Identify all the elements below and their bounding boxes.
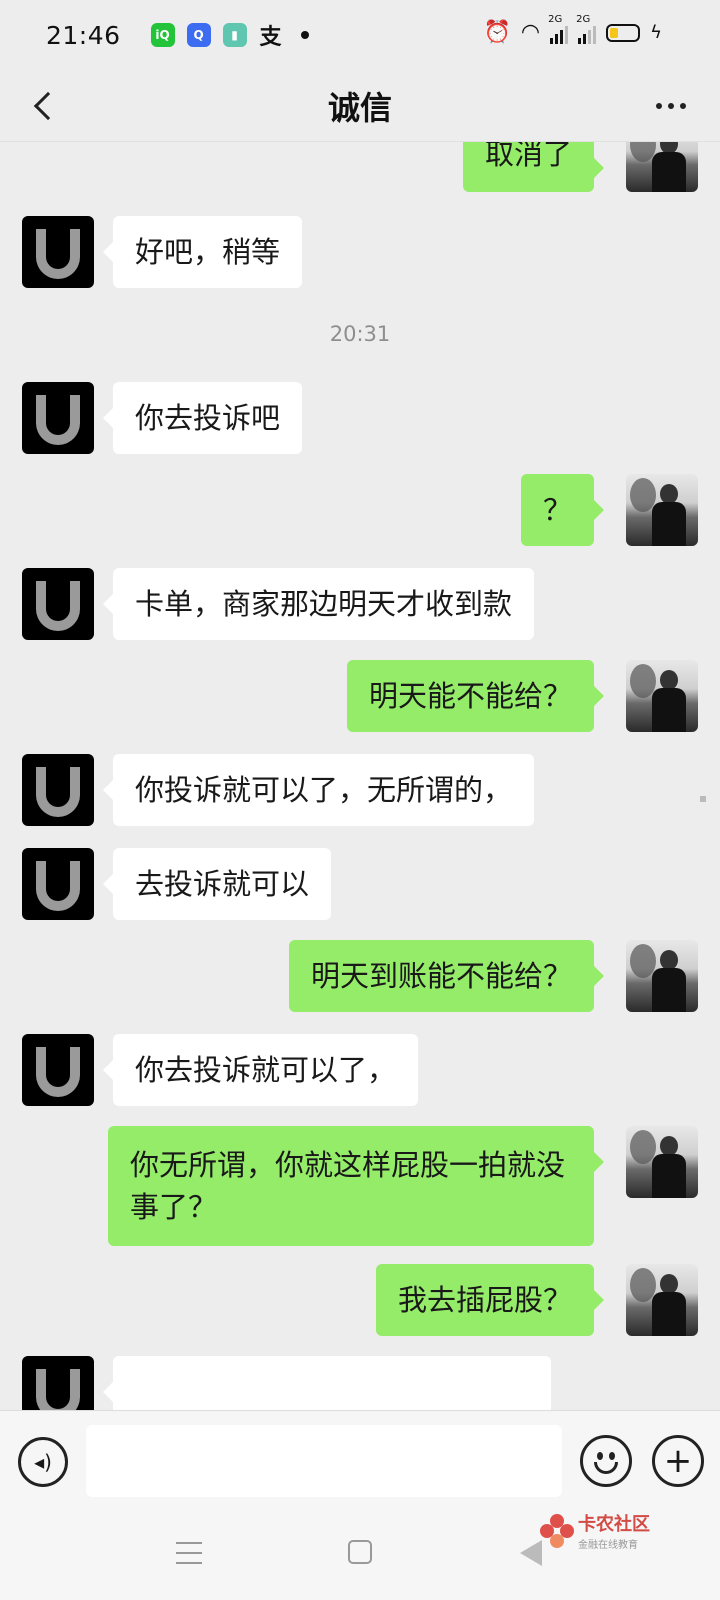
message-input[interactable] — [86, 1425, 562, 1497]
sent-message-bubble[interactable]: 明天到账能不能给？ — [288, 940, 605, 1012]
received-message-bubble[interactable]: 卡单，商家那边明天才收到款 — [102, 568, 535, 640]
iqiyi-app-icon: iQ — [150, 23, 175, 47]
chat-header: 诚信 — [0, 70, 720, 142]
plus-icon: + — [663, 1441, 693, 1481]
my-avatar[interactable] — [626, 1264, 698, 1336]
system-back-button[interactable] — [520, 1540, 542, 1566]
back-button[interactable] — [22, 84, 66, 128]
contact-avatar[interactable] — [22, 1356, 94, 1410]
status-indicators: ⏰ ◠ 2G 2G ϟ — [483, 14, 662, 46]
received-message-bubble-partial[interactable] — [103, 1356, 551, 1410]
my-avatar[interactable] — [626, 474, 698, 546]
signal-icon-2: 2G — [576, 14, 597, 44]
my-avatar[interactable] — [626, 940, 698, 1012]
signal-icon-1: 2G — [548, 14, 569, 44]
sent-message-bubble[interactable]: 我去插屁股？ — [375, 1264, 605, 1336]
watermark-title: 卡农社区 — [578, 1514, 650, 1535]
charging-icon: ϟ — [650, 22, 662, 43]
message-list[interactable]: 取消了 好吧，稍等 20:31 你去投诉吧 ？ 卡单，商家那边明天才收到款 明天… — [0, 142, 720, 1410]
contact-avatar[interactable] — [22, 848, 94, 920]
chevron-left-icon — [33, 91, 63, 121]
received-message-bubble[interactable]: 你去投诉就可以了， — [102, 1034, 419, 1106]
alipay-app-icon: 支 — [259, 25, 282, 50]
chat-title: 诚信 — [327, 88, 392, 127]
received-message-bubble[interactable]: 去投诉就可以 — [102, 848, 332, 920]
alarm-icon: ⏰ — [483, 20, 511, 45]
contact-avatar[interactable] — [22, 754, 94, 826]
notification-dot-icon — [300, 31, 309, 39]
received-message-bubble[interactable]: 你去投诉吧 — [102, 382, 303, 454]
voice-button[interactable]: ◂) — [18, 1437, 68, 1487]
received-message-bubble[interactable]: 好吧，稍等 — [102, 216, 303, 288]
status-bar: 21:46 iQ Q ▮ 支 ⏰ ◠ 2G 2G ϟ — [0, 0, 720, 70]
contact-avatar[interactable] — [22, 568, 94, 640]
my-avatar[interactable] — [626, 660, 698, 732]
input-bar: ◂) + — [0, 1410, 720, 1510]
contact-avatar[interactable] — [22, 382, 94, 454]
sent-message-bubble[interactable]: ？ — [520, 474, 605, 546]
qq-app-icon: Q — [186, 23, 211, 47]
sent-message-bubble[interactable]: 取消了 — [462, 142, 605, 192]
sent-message-bubble[interactable]: 你无所谓，你就这样屁股一拍就没事了？ — [108, 1126, 604, 1246]
contact-avatar[interactable] — [22, 1034, 94, 1106]
battery-icon — [606, 23, 641, 42]
my-avatar[interactable] — [626, 1126, 698, 1198]
recent-apps-button[interactable] — [176, 1542, 202, 1564]
scroll-indicator — [700, 796, 706, 802]
contact-avatar[interactable] — [22, 216, 94, 288]
message-timestamp: 20:31 — [329, 322, 391, 346]
received-message-bubble[interactable]: 你投诉就可以了，无所谓的， — [102, 754, 535, 826]
emoji-icon — [597, 1452, 603, 1460]
voice-icon: ◂) — [34, 1450, 52, 1474]
more-options-button[interactable] — [646, 84, 696, 128]
watermark-subtitle: 金融在线教育 — [578, 1540, 638, 1551]
home-button[interactable] — [348, 1540, 372, 1564]
sent-message-bubble[interactable]: 明天能不能给？ — [346, 660, 605, 732]
watermark-logo: 卡农社区 金融在线教育 — [540, 1510, 650, 1551]
status-time: 21:46 — [46, 20, 121, 50]
book-app-icon: ▮ — [222, 23, 247, 47]
more-dots-icon — [656, 103, 662, 109]
plus-button[interactable]: + — [652, 1435, 704, 1487]
wifi-icon: ◠ — [520, 20, 541, 45]
emoji-button[interactable] — [580, 1435, 632, 1487]
my-avatar[interactable] — [626, 142, 698, 192]
kanong-logo-icon — [540, 1513, 574, 1548]
